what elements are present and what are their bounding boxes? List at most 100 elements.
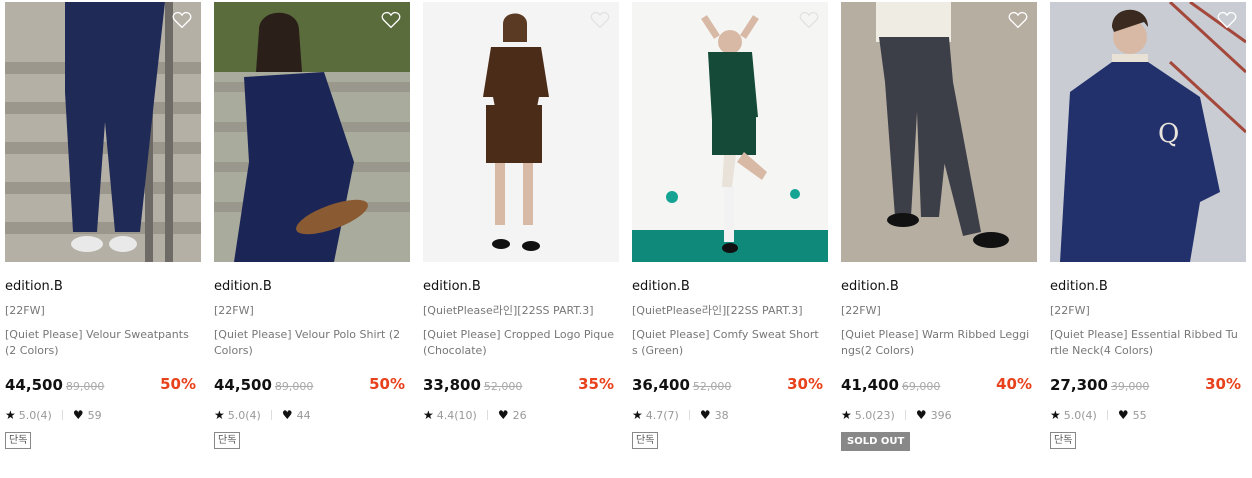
wishlist-heart-icon[interactable]: [1217, 11, 1237, 29]
star-icon: ★: [841, 408, 852, 422]
product-photo: [214, 2, 410, 262]
product-grid: edition.B [22FW] [Quiet Please] Velour S…: [0, 0, 1252, 478]
sale-price: 27,300: [1050, 376, 1108, 394]
heart-filled-icon: ♥: [281, 408, 293, 422]
brand-name[interactable]: edition.B: [214, 279, 410, 295]
rating-value: 5.0(4): [227, 408, 261, 422]
like-count: 55: [1132, 408, 1147, 422]
brand-name[interactable]: edition.B: [632, 279, 828, 295]
discount-rate: 35%: [578, 375, 614, 393]
product-name[interactable]: [Quiet Please] Comfy Sweat Shorts (Green…: [632, 327, 828, 359]
star-icon: ★: [5, 408, 16, 422]
divider: [486, 410, 488, 420]
like-count: 26: [512, 408, 527, 422]
product-image[interactable]: [423, 2, 619, 262]
original-price: 89,000: [65, 380, 105, 393]
rating-value: 5.0(4): [18, 408, 52, 422]
product-image[interactable]: [841, 2, 1037, 262]
rating-value: 4.4(10): [436, 408, 477, 422]
product-card[interactable]: edition.B [22FW] [Quiet Please] Velour P…: [214, 2, 410, 449]
discount-rate: 40%: [996, 375, 1032, 393]
divider: [688, 410, 690, 420]
exclusive-badge: 단독: [5, 432, 32, 449]
discount-rate: 50%: [369, 375, 405, 393]
like-count: 396: [930, 408, 952, 422]
review-meta: ★ 5.0(23) ♥ 396: [841, 407, 1037, 423]
exclusive-badge: 단독: [1050, 432, 1077, 449]
product-name[interactable]: [Quiet Please] Velour Polo Shirt (2 Colo…: [214, 327, 410, 359]
product-photo: [5, 2, 201, 262]
season-tag: [22FW]: [1050, 304, 1090, 317]
price-row: 33,800 52,000 35%: [423, 375, 619, 395]
product-name[interactable]: [Quiet Please] Warm Ribbed Leggings(2 Co…: [841, 327, 1037, 359]
like-count: 38: [714, 408, 729, 422]
exclusive-badge: 단독: [632, 432, 659, 449]
original-price: 52,000: [483, 380, 523, 393]
rating-value: 5.0(4): [1063, 408, 1097, 422]
discount-rate: 50%: [160, 375, 196, 393]
review-meta: ★ 5.0(4) ♥ 55: [1050, 407, 1246, 423]
price-row: 44,500 89,000 50%: [214, 375, 410, 395]
wishlist-heart-icon[interactable]: [590, 11, 610, 29]
price-row: 41,400 69,000 40%: [841, 375, 1037, 395]
divider: [61, 410, 63, 420]
sale-price: 41,400: [841, 376, 899, 394]
review-meta: ★ 4.7(7) ♥ 38: [632, 407, 828, 423]
product-photo: Q: [1050, 2, 1246, 262]
price-row: 44,500 89,000 50%: [5, 375, 201, 395]
star-icon: ★: [423, 408, 434, 422]
brand-name[interactable]: edition.B: [1050, 279, 1246, 295]
heart-filled-icon: ♥: [497, 408, 509, 422]
review-meta: ★ 5.0(4) ♥ 44: [214, 407, 410, 423]
brand-name[interactable]: edition.B: [5, 279, 201, 295]
product-card[interactable]: edition.B [QuietPlease라인][22SS PART.3] […: [632, 2, 828, 449]
season-tag: [QuietPlease라인][22SS PART.3]: [423, 304, 594, 317]
original-price: 69,000: [901, 380, 941, 393]
exclusive-badge: 단독: [214, 432, 241, 449]
star-icon: ★: [1050, 408, 1061, 422]
sold-out-badge: SOLD OUT: [841, 432, 911, 451]
season-tag: [QuietPlease라인][22SS PART.3]: [632, 304, 803, 317]
like-count: 44: [296, 408, 311, 422]
rating-value: 5.0(23): [854, 408, 895, 422]
product-photo: [423, 2, 619, 262]
product-card[interactable]: Q edition.B [22FW] [Quiet Please] Essent…: [1050, 2, 1246, 449]
divider: [1106, 410, 1108, 420]
original-price: 89,000: [274, 380, 314, 393]
product-name[interactable]: [Quiet Please] Cropped Logo Pique (Choco…: [423, 327, 619, 359]
discount-rate: 30%: [1205, 375, 1241, 393]
divider: [270, 410, 272, 420]
sale-price: 44,500: [214, 376, 272, 394]
original-price: 39,000: [1110, 380, 1150, 393]
product-image[interactable]: [214, 2, 410, 262]
sale-price: 44,500: [5, 376, 63, 394]
review-meta: ★ 4.4(10) ♥ 26: [423, 407, 619, 423]
wishlist-heart-icon[interactable]: [381, 11, 401, 29]
product-name[interactable]: [Quiet Please] Velour Sweatpants(2 Color…: [5, 327, 201, 359]
product-card[interactable]: edition.B [QuietPlease라인][22SS PART.3] […: [423, 2, 619, 423]
brand-name[interactable]: edition.B: [841, 279, 1037, 295]
product-card[interactable]: edition.B [22FW] [Quiet Please] Velour S…: [5, 2, 201, 449]
price-row: 36,400 52,000 30%: [632, 375, 828, 395]
product-name[interactable]: [Quiet Please] Essential Ribbed Turtle N…: [1050, 327, 1246, 359]
wishlist-heart-icon[interactable]: [1008, 11, 1028, 29]
season-tag: [22FW]: [214, 304, 254, 317]
review-meta: ★ 5.0(4) ♥ 59: [5, 407, 201, 423]
product-card[interactable]: edition.B [22FW] [Quiet Please] Warm Rib…: [841, 2, 1037, 451]
product-image[interactable]: [5, 2, 201, 262]
product-image[interactable]: Q: [1050, 2, 1246, 262]
star-icon: ★: [214, 408, 225, 422]
heart-filled-icon: ♥: [915, 408, 927, 422]
product-image[interactable]: [632, 2, 828, 262]
wishlist-heart-icon[interactable]: [799, 11, 819, 29]
price-row: 27,300 39,000 30%: [1050, 375, 1246, 395]
product-photo: [841, 2, 1037, 262]
rating-value: 4.7(7): [645, 408, 679, 422]
brand-name[interactable]: edition.B: [423, 279, 619, 295]
discount-rate: 30%: [787, 375, 823, 393]
wishlist-heart-icon[interactable]: [172, 11, 192, 29]
heart-filled-icon: ♥: [1117, 408, 1129, 422]
sale-price: 36,400: [632, 376, 690, 394]
star-icon: ★: [632, 408, 643, 422]
heart-filled-icon: ♥: [72, 408, 84, 422]
